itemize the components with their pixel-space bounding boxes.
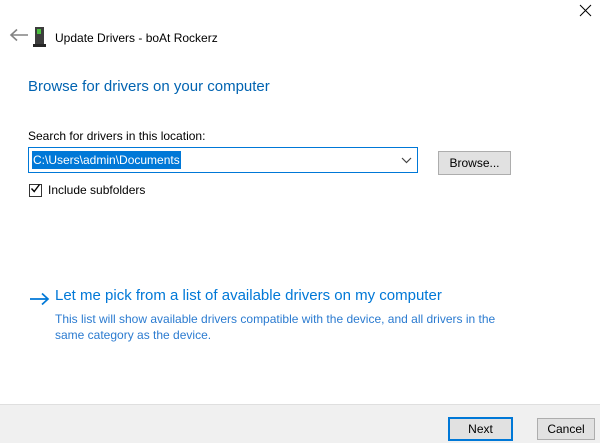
back-arrow-icon (9, 28, 29, 45)
pick-from-list-description: This list will show available drivers co… (55, 312, 496, 342)
device-icon (33, 27, 47, 48)
include-subfolders-label: Include subfolders (48, 183, 146, 197)
include-subfolders-checkbox-row[interactable]: Include subfolders (29, 183, 145, 197)
page-heading: Browse for drivers on your computer (28, 78, 270, 95)
back-button[interactable] (8, 28, 30, 44)
close-icon (579, 4, 592, 20)
chevron-down-icon[interactable] (396, 148, 417, 172)
checkmark-icon (30, 181, 41, 199)
search-location-label: Search for drivers in this location: (28, 129, 206, 143)
browse-button[interactable]: Browse... (438, 151, 511, 175)
dialog-footer: Next Cancel (0, 404, 600, 443)
include-subfolders-checkbox[interactable] (29, 181, 42, 199)
dialog-title: Update Drivers - boAt Rockerz (55, 31, 218, 45)
driver-path-combobox[interactable]: C:\Users\admin\Documents (28, 147, 418, 173)
driver-path-value[interactable]: C:\Users\admin\Documents (32, 151, 181, 169)
pick-from-list-title[interactable]: Let me pick from a list of available dri… (55, 287, 442, 304)
cancel-button[interactable]: Cancel (537, 418, 595, 440)
close-button[interactable] (575, 2, 595, 22)
right-arrow-icon (29, 292, 50, 311)
update-drivers-dialog: Update Drivers - boAt Rockerz Browse for… (0, 0, 600, 443)
next-button[interactable]: Next (448, 417, 513, 441)
